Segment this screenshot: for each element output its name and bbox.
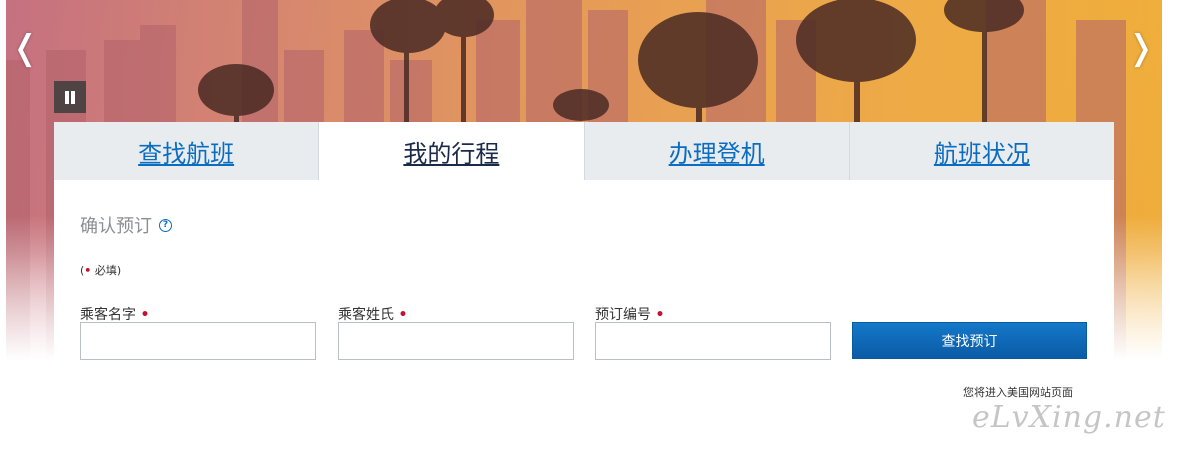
field-label-text: 乘客姓氏 (338, 307, 394, 323)
booking-widget: 查找航班 我的行程 办理登机 航班状况 确认预订 ? (• 必填) 乘客名字 • (54, 122, 1114, 382)
required-note-text: 必填) (91, 264, 122, 277)
tab-label: 航班状况 (933, 139, 1030, 168)
carousel-pause-button[interactable] (54, 81, 86, 113)
last-name-label: 乘客姓氏 • (338, 304, 407, 324)
us-site-notice: 您将进入美国网站页面 (963, 386, 1073, 399)
help-icon[interactable]: ? (159, 219, 172, 232)
page: ❬ ❭ 查找航班 我的行程 办理登机 航班状况 确认预订 ? (• 必填) 乘客… (0, 0, 1178, 455)
tab-label: 办理登机 (668, 139, 765, 168)
last-name-input[interactable] (338, 322, 574, 360)
field-label-text: 预订编号 (595, 307, 651, 323)
confirmation-number-input[interactable] (595, 322, 831, 360)
watermark-logo: eLvXing.net (972, 400, 1166, 435)
tab-flight-status[interactable]: 航班状况 (849, 122, 1114, 180)
section-title: 确认预订 (80, 216, 152, 237)
required-marker: • (655, 307, 665, 323)
my-trips-panel: 确认预订 ? (• 必填) 乘客名字 • 乘客姓氏 • 预订编号 • 查找预订 (54, 180, 1114, 382)
confirmation-number-label: 预订编号 • (595, 304, 664, 324)
tab-find-flights[interactable]: 查找航班 (54, 122, 320, 180)
find-booking-button[interactable]: 查找预订 (852, 322, 1087, 359)
carousel-next-icon[interactable]: ❭ (1126, 28, 1156, 68)
button-label: 查找预订 (941, 333, 998, 350)
pause-icon-bar (65, 91, 69, 104)
widget-tabs: 查找航班 我的行程 办理登机 航班状况 (54, 122, 1114, 180)
first-name-input[interactable] (80, 322, 316, 360)
carousel-prev-icon[interactable]: ❬ (10, 28, 40, 68)
field-label-text: 乘客名字 (80, 307, 136, 323)
tab-my-trips[interactable]: 我的行程 (319, 122, 585, 180)
tab-label: 查找航班 (138, 139, 235, 168)
pause-icon-bar (71, 91, 75, 104)
required-note: (• 必填) (80, 262, 121, 278)
first-name-label: 乘客名字 • (80, 304, 149, 324)
required-marker: • (398, 307, 408, 323)
tab-label: 我的行程 (403, 139, 500, 168)
tab-check-in[interactable]: 办理登机 (584, 122, 850, 180)
required-marker: • (140, 307, 150, 323)
